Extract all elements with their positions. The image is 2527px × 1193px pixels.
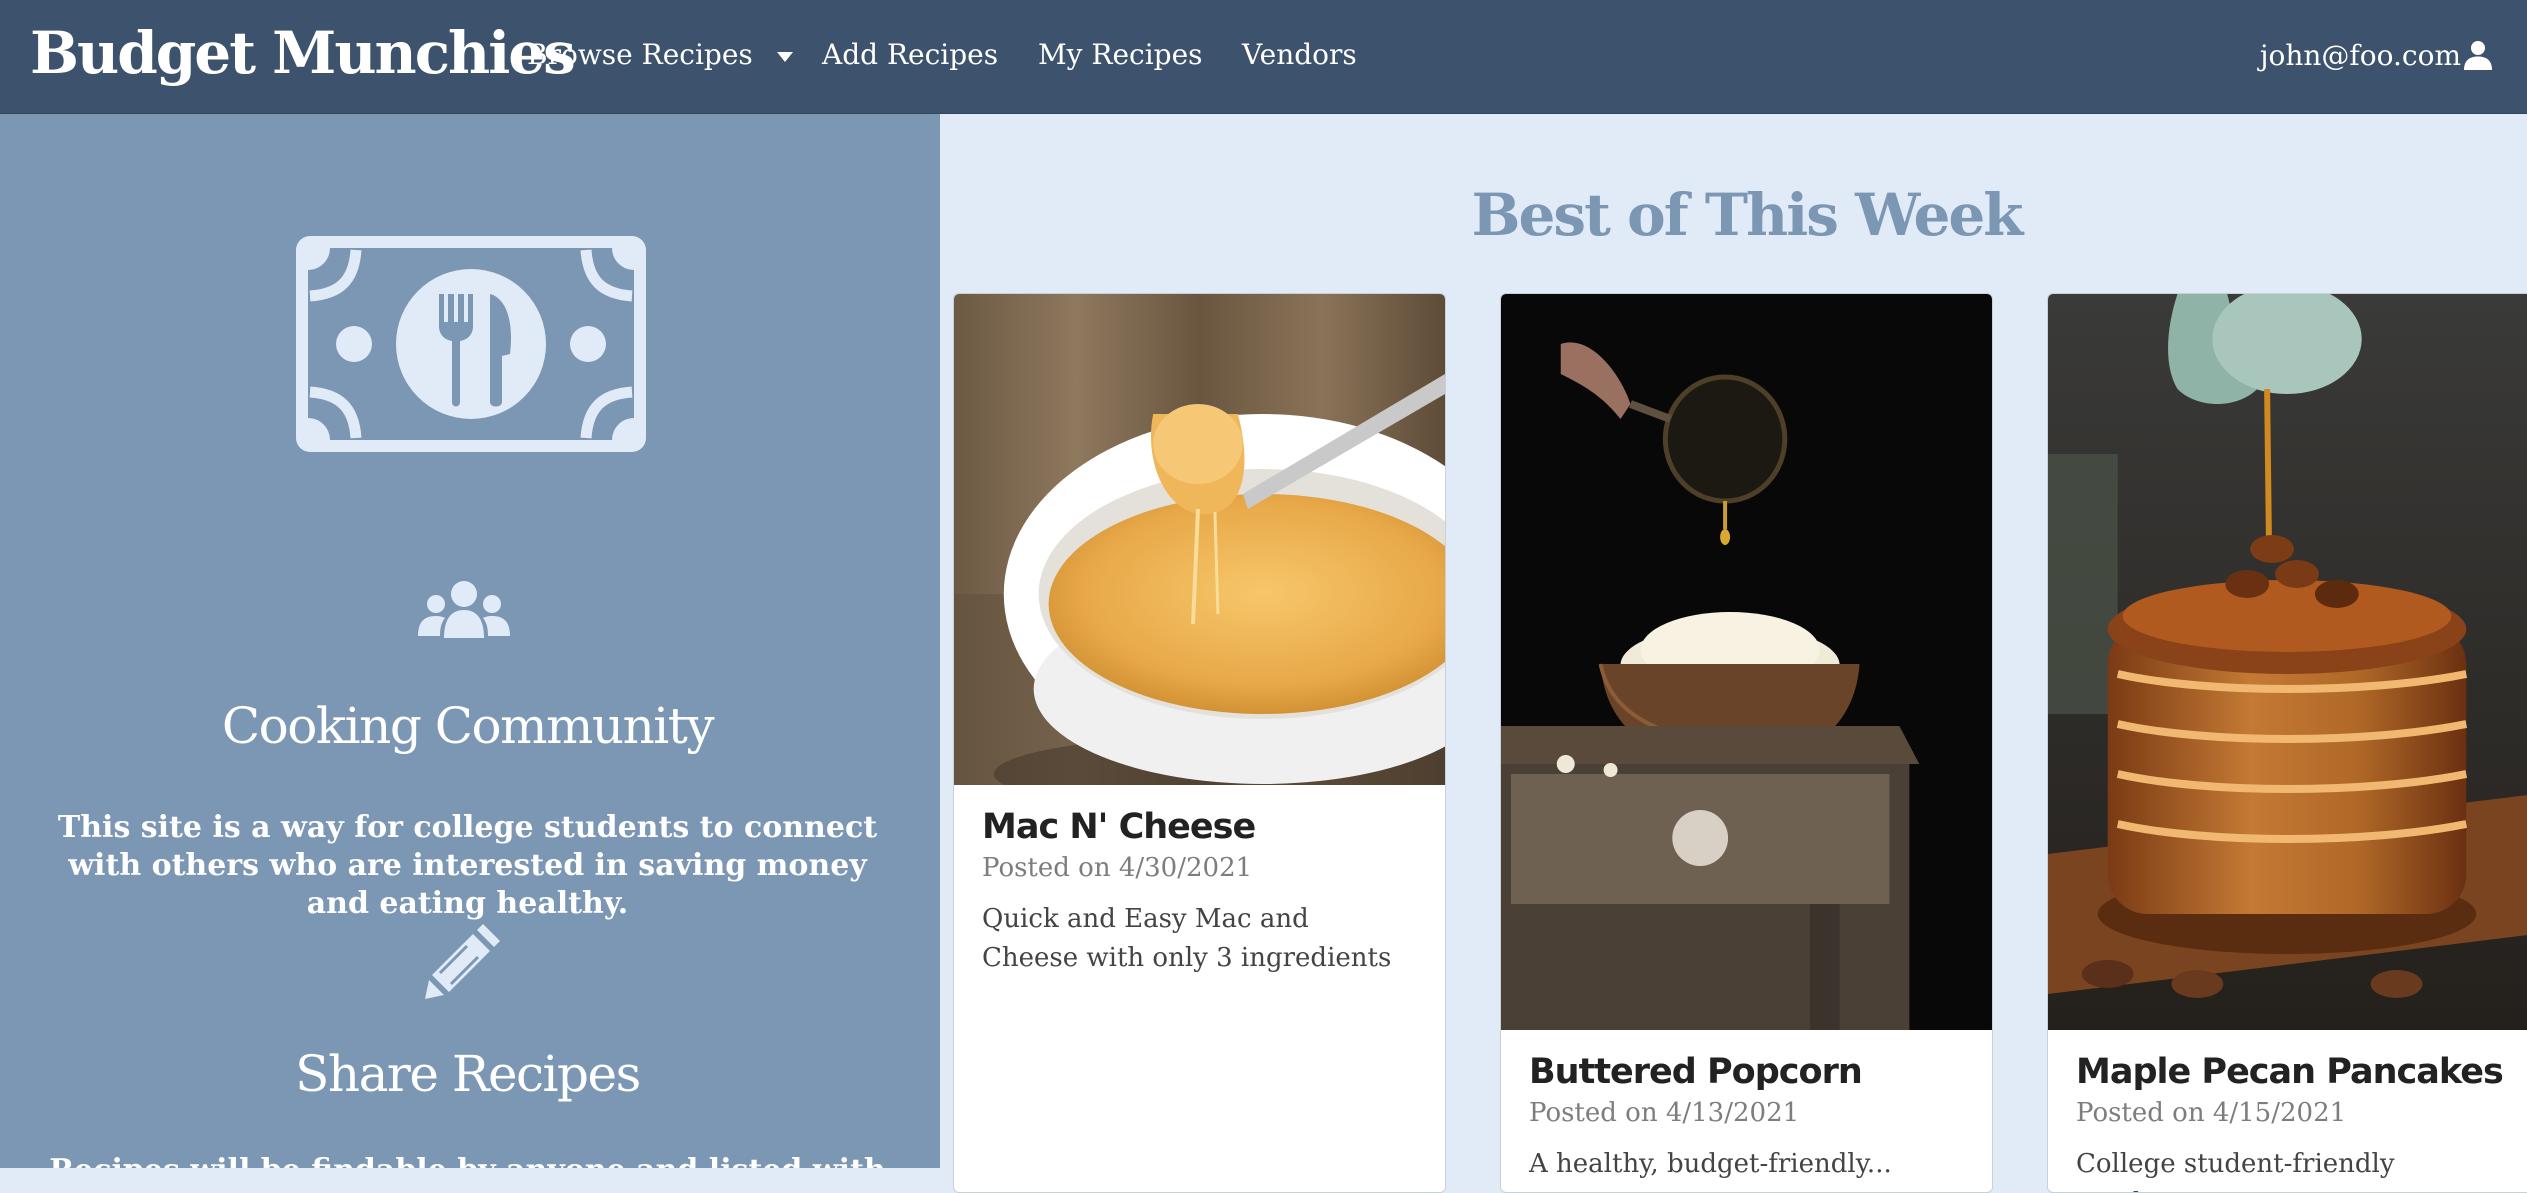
recipe-card[interactable]: Maple Pecan Pancakes Posted on 4/15/2021… (2047, 293, 2527, 1193)
recipe-title[interactable]: Maple Pecan Pancakes (2076, 1050, 2526, 1094)
money-bill-icon (296, 236, 646, 452)
recipe-card[interactable]: Mac N' Cheese Posted on 4/30/2021 Quick … (953, 293, 1446, 1193)
nav-browse-recipes[interactable]: Browse Recipes (527, 32, 793, 78)
community-heading: Cooking Community (221, 697, 715, 755)
page-title: Best of This Week (1471, 181, 2024, 249)
nav-browse-recipes-label: Browse Recipes (527, 38, 753, 71)
user-menu[interactable]: john@foo.com (2260, 32, 2493, 78)
recipe-card[interactable]: Buttered Popcorn Posted on 4/13/2021 A h… (1500, 293, 1993, 1193)
nav-vendors[interactable]: Vendors (1242, 32, 1357, 78)
share-text: Recipes will be findable by anyone and l… (40, 1152, 895, 1168)
recipe-date: Posted on 4/13/2021 (1529, 1098, 1800, 1128)
recipe-date: Posted on 4/15/2021 (2076, 1098, 2347, 1128)
share-heading: Share Recipes (295, 1045, 641, 1103)
people-icon (418, 581, 510, 638)
brand-logo[interactable]: Budget Munchies (30, 16, 576, 90)
recipe-title[interactable]: Buttered Popcorn (1529, 1050, 1982, 1094)
user-email: john@foo.com (2259, 38, 2461, 72)
navbar: Budget Munchies Browse Recipes Add Recip… (0, 0, 2527, 114)
nav-add-recipes[interactable]: Add Recipes (822, 32, 998, 78)
pencil-icon (425, 924, 500, 999)
community-text: This site is a way for college students … (57, 810, 878, 921)
sidebar: Cooking Community This site is a way for… (0, 114, 940, 1168)
recipe-title[interactable]: Mac N' Cheese (982, 805, 1435, 849)
nav-my-recipes[interactable]: My Recipes (1038, 32, 1203, 78)
recipe-description: College student-friendly maple... (2076, 1149, 2395, 1192)
recipe-description: Quick and Easy Mac and Cheese with only … (982, 904, 1392, 973)
recipe-date: Posted on 4/30/2021 (982, 853, 1253, 883)
recipe-image[interactable] (954, 294, 1445, 785)
recipe-image[interactable] (2048, 294, 2527, 1030)
caret-down-icon (776, 51, 793, 62)
recipe-image[interactable] (1501, 294, 1992, 1030)
recipe-description: A healthy, budget-friendly... (1529, 1149, 1892, 1179)
user-icon (2464, 41, 2492, 70)
